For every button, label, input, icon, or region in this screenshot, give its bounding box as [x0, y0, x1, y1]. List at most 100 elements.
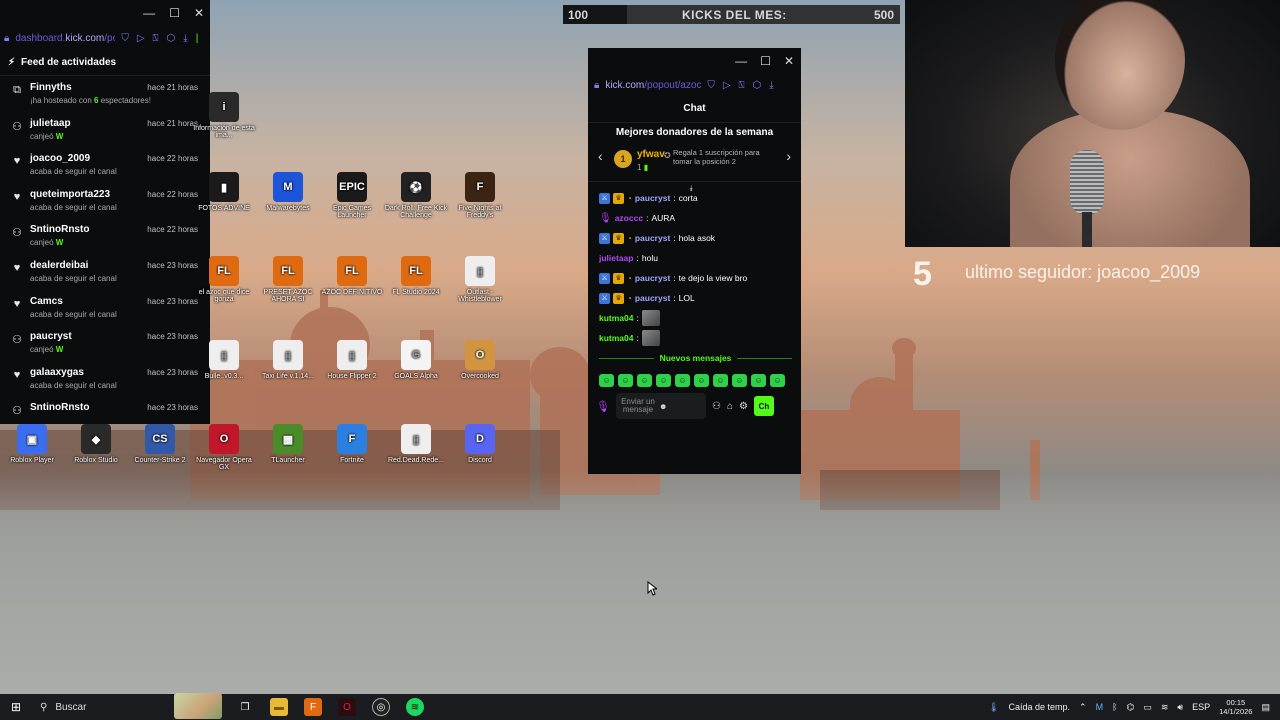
quick-emote-icon[interactable]: ☺	[656, 374, 671, 387]
gear-icon[interactable]: ⚙	[739, 401, 748, 412]
weather-label[interactable]: Caída de temp.	[1009, 702, 1071, 712]
opera-gx-icon[interactable]: O	[338, 698, 356, 716]
desktop-icon[interactable]: CS Counter-Strike 2	[128, 424, 192, 464]
feed-item[interactable]: ⧉ Finnyths ¡ha hosteado con 6 espectadores…	[0, 78, 210, 114]
taskbar-search[interactable]: ⚲ Buscar	[32, 693, 222, 719]
chat-url[interactable]: kick.com/popout/azocc	[605, 80, 701, 91]
quick-emote-icon[interactable]: ☺	[618, 374, 633, 387]
desktop-icon[interactable]: ▯ Red.Dead.Rede...	[384, 424, 448, 464]
notifications-icon[interactable]: ▤	[1261, 702, 1270, 713]
minimize-icon[interactable]: —	[735, 54, 747, 68]
emote-picker-icon[interactable]: ☻	[659, 402, 667, 411]
chevron-up-icon[interactable]: ⌃	[1079, 702, 1087, 713]
language-indicator[interactable]: ESP	[1192, 702, 1210, 712]
clock[interactable]: 00:15 14/1/2026	[1219, 698, 1252, 716]
maximize-icon[interactable]: ☐	[760, 54, 771, 68]
task-view-icon[interactable]: ❐	[236, 698, 254, 716]
chat-username[interactable]: paucryst	[635, 273, 670, 283]
desktop-icon[interactable]: ▯ Taxi Life v.1.14...	[256, 340, 320, 380]
windows-start-icon[interactable]: ⊞	[0, 700, 32, 714]
users-icon[interactable]: ⚇	[712, 401, 721, 412]
chat-message[interactable]: 🎙︎ azoccc: AURA	[599, 208, 801, 228]
feed-item[interactable]: ♥ galaaxygas acaba de seguir el canal hace …	[0, 363, 210, 399]
desktop-icon[interactable]: ⚽ Dark Roll: Free Kick Challenge	[384, 172, 448, 219]
desktop-icon[interactable]: ▯ House Flipper 2	[320, 340, 384, 380]
chat-url-bar[interactable]: 🔒︎ kick.com/popout/azocc ⛉ ▷ ⍂ ⬡ ⤓	[588, 73, 801, 97]
store-icon[interactable]: ⌂	[727, 401, 733, 412]
quick-emote-icon[interactable]: ☺	[637, 374, 652, 387]
close-icon[interactable]: ✕	[784, 54, 794, 68]
chat-message[interactable]: ⚔ ♛ ◔ paucryst: te dejo la view bro	[599, 268, 801, 288]
chat-message[interactable]: ⚔ ♛ ◔ paucryst: corta	[599, 188, 801, 208]
battery-icon[interactable]: ▭	[1143, 702, 1152, 713]
top-donor-name[interactable]: yfwav	[637, 149, 665, 160]
feed-item[interactable]: ♥ Camcs acaba de seguir el canal hace 23 ho…	[0, 292, 210, 328]
desktop-icon[interactable]: G GOALS Alpha	[384, 340, 448, 380]
desktop-icon[interactable]: ◆ Roblox Studio	[64, 424, 128, 464]
send-chat-button[interactable]: Ch	[753, 396, 774, 416]
chat-message[interactable]: ⚔ ♛ ◔ paucryst: hola asok	[599, 228, 801, 248]
wifi-icon[interactable]: ≋	[1161, 702, 1169, 713]
quick-emote-icon[interactable]: ☺	[599, 374, 614, 387]
file-explorer-icon[interactable]: ▬	[270, 698, 288, 716]
play-icon[interactable]: ▷	[723, 80, 731, 91]
feed-item[interactable]: ♥ queteimporta223 acaba de seguir el canal…	[0, 185, 210, 221]
quick-emote-icon[interactable]: ☺	[675, 374, 690, 387]
mic-icon[interactable]: 🎙︎	[596, 400, 610, 413]
desktop-icon[interactable]: F Five Nights at Freddy's	[448, 172, 512, 219]
obs-icon[interactable]: ◎	[372, 698, 390, 716]
chat-username[interactable]: paucryst	[635, 233, 670, 243]
minimize-icon[interactable]: —	[143, 6, 155, 20]
chat-username[interactable]: paucryst	[635, 293, 670, 303]
desktop-icon[interactable]: EPIC Epic Games Launcher	[320, 172, 384, 219]
feed-item[interactable]: ⚇ paucryst canjeó Whace 23 horas	[0, 327, 210, 363]
bluetooth-icon[interactable]: ᛒ	[1112, 702, 1117, 712]
desktop-icon[interactable]: ▯ Outlast - Whistleblower	[448, 256, 512, 303]
desktop-icon[interactable]: FL FL Studio 2024	[384, 256, 448, 296]
desktop-icon[interactable]: O Navegador Opera GX	[192, 424, 256, 471]
chat-message[interactable]: kutma04:	[599, 328, 801, 348]
close-icon[interactable]: ✕	[194, 6, 204, 20]
quick-emote-icon[interactable]: ☺	[713, 374, 728, 387]
bookmark-icon[interactable]: ⍂	[739, 80, 745, 91]
volume-icon[interactable]: 🔊︎	[1177, 702, 1183, 713]
shield-icon[interactable]: ⛉	[707, 80, 715, 91]
desktop-icon[interactable]: ▯ Bulle..v0.3...	[192, 340, 256, 380]
bookmark-icon[interactable]: ⍂	[153, 33, 159, 44]
maximize-icon[interactable]: ☐	[169, 6, 180, 20]
extensions-icon[interactable]: ⬡	[753, 80, 762, 91]
desktop-icon[interactable]: M Malwarebytes	[256, 172, 320, 212]
quick-emote-icon[interactable]: ☺	[751, 374, 766, 387]
chat-username[interactable]: julietaap	[599, 253, 633, 263]
network-icon[interactable]: ⌬	[1127, 702, 1135, 713]
desktop-icon[interactable]: ▣ Roblox Player	[0, 424, 64, 464]
feed-url-bar[interactable]: 🔒︎ dashboard.kick.com/po ⛉ ▷ ⍂ ⬡ ⤓ |	[0, 26, 210, 50]
feed-item[interactable]: ♥ dealerdeibai acaba de seguir el canal hac…	[0, 256, 210, 292]
spotify-icon[interactable]: ≋	[406, 698, 424, 716]
quick-emote-icon[interactable]: ☺	[732, 374, 747, 387]
desktop-icon[interactable]: FL el azoc que dice gonza	[192, 256, 256, 303]
desktop-icon[interactable]: F Fortnite	[320, 424, 384, 464]
extensions-icon[interactable]: ⬡	[167, 33, 176, 44]
feed-url[interactable]: dashboard.kick.com/po	[15, 33, 115, 44]
feed-item[interactable]: ⚇ SntinoRnsto canjeó Whace 22 horas	[0, 220, 210, 256]
desktop-icon[interactable]: FL PRESET AZOC AHORA SI	[256, 256, 320, 303]
chevron-right-icon[interactable]: ›	[786, 148, 791, 164]
desktop-icon[interactable]: ▮ FOTOS ADVINE	[192, 172, 256, 212]
new-messages-divider[interactable]: Nuevos mensajes	[599, 348, 801, 368]
feed-item[interactable]: ♥ joacoo_2009 acaba de seguir el canal hace…	[0, 149, 210, 185]
shield-icon[interactable]: ⛉	[121, 33, 129, 44]
quick-emote-icon[interactable]: ☺	[694, 374, 709, 387]
chat-username[interactable]: azoccc	[615, 213, 643, 223]
fl-studio-icon[interactable]: F	[304, 698, 322, 716]
download-icon[interactable]: ⤓	[769, 80, 773, 91]
chat-username[interactable]: kutma04	[599, 313, 634, 323]
gift-promo[interactable]: ✪ Regala 1 suscripción para tomar la posi…	[664, 148, 773, 166]
desktop-icon[interactable]: O Overcooked	[448, 340, 512, 380]
desktop-icon[interactable]: i Información de esta ima...	[192, 92, 256, 139]
chevron-left-icon[interactable]: ‹	[598, 148, 603, 164]
desktop-icon[interactable]: FL AZOC DEFINITIVO	[320, 256, 384, 296]
chat-message[interactable]: julietaap: holu	[599, 248, 801, 268]
chat-message-input[interactable]: Enviar un mensaje ☻	[615, 393, 706, 419]
desktop-icon[interactable]: D Discord	[448, 424, 512, 464]
